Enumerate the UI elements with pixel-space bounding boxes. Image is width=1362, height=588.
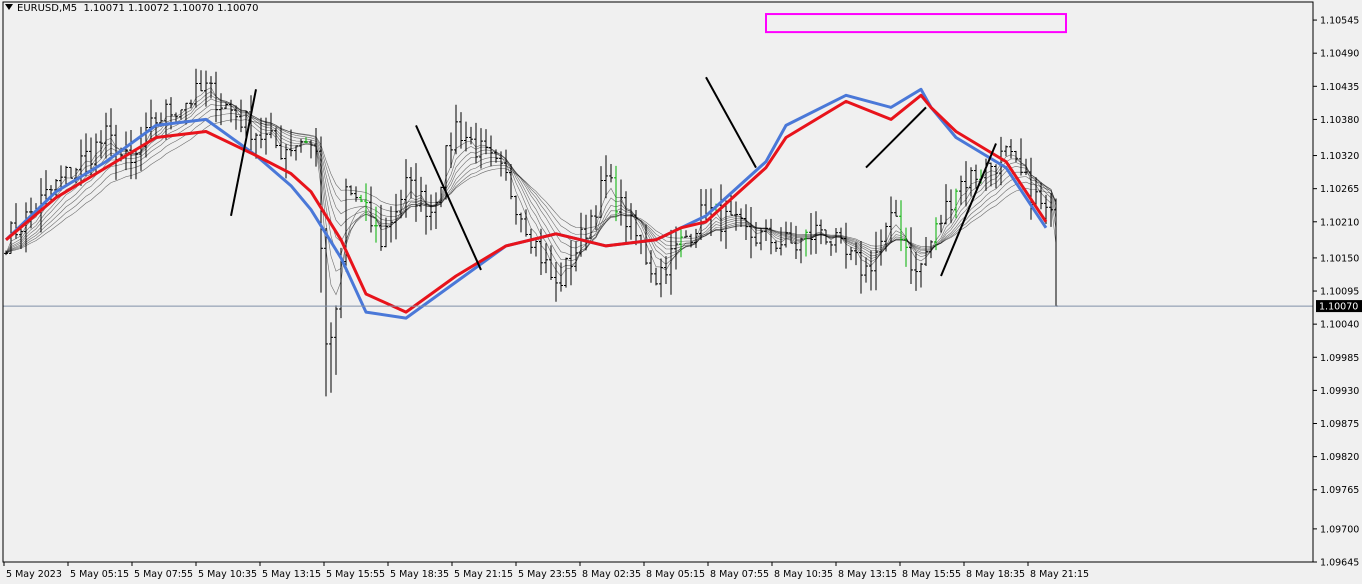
x-tick-label: 5 May 2023 [6,569,62,580]
y-tick-label: 1.10380 [1320,115,1359,126]
y-tick-label: 1.10095 [1320,287,1359,298]
y-tick-label: 1.09820 [1320,452,1359,463]
price-chart[interactable]: 1.10545 1.10490 1.10435 1.10380 1.10320 1.102… [0,0,1362,584]
ohlc-values: 1.10071 1.10072 1.10070 1.10070 [83,3,259,14]
y-tick-label: 1.09700 [1320,524,1359,535]
x-tick-label: 5 May 10:35 [198,569,257,580]
y-tick-label: 1.10435 [1320,82,1359,93]
x-tick-label: 8 May 10:35 [774,569,833,580]
x-tick-label: 5 May 07:55 [134,569,193,580]
x-tick-label: 5 May 05:15 [70,569,129,580]
x-tick-label: 5 May 18:35 [390,569,449,580]
dropdown-arrow-icon[interactable] [5,4,13,10]
x-tick-label: 8 May 18:35 [966,569,1025,580]
x-tick-label: 8 May 05:15 [646,569,705,580]
x-tick-label: 8 May 07:55 [710,569,769,580]
x-tick-label: 8 May 02:35 [582,569,641,580]
y-tick-label: 1.09765 [1320,485,1359,496]
y-tick-label: 1.09985 [1320,353,1359,364]
price-tag-label: 1.10070 [1319,302,1358,313]
chart-background [0,0,1362,584]
y-tick-label: 1.09930 [1320,386,1359,397]
y-tick-label: 1.09875 [1320,419,1359,430]
x-tick-label: 5 May 23:55 [518,569,577,580]
chart-window: 1.10545 1.10490 1.10435 1.10380 1.10320 1.102… [0,0,1362,584]
symbol-label: EURUSD,M5 [17,3,78,14]
y-tick-label: 1.10040 [1320,320,1359,331]
x-tick-label: 5 May 15:55 [326,569,385,580]
x-tick-label: 5 May 21:15 [454,569,513,580]
y-tick-label: 1.10545 [1320,16,1359,27]
x-tick-label: 8 May 15:55 [902,569,961,580]
x-tick-label: 8 May 13:15 [838,569,897,580]
x-tick-label: 8 May 21:15 [1030,569,1089,580]
y-tick-label: 1.10265 [1320,184,1359,195]
y-tick-label: 1.10320 [1320,151,1359,162]
chart-header: EURUSD,M5 1.10071 1.10072 1.10070 1.1007… [5,3,258,14]
y-tick-label: 1.09645 [1320,558,1359,569]
x-tick-label: 5 May 13:15 [262,569,321,580]
y-tick-label: 1.10490 [1320,49,1359,60]
y-tick-label: 1.10150 [1320,253,1359,264]
y-tick-label: 1.10210 [1320,217,1359,228]
current-price-tag: 1.10070 [1316,300,1362,313]
